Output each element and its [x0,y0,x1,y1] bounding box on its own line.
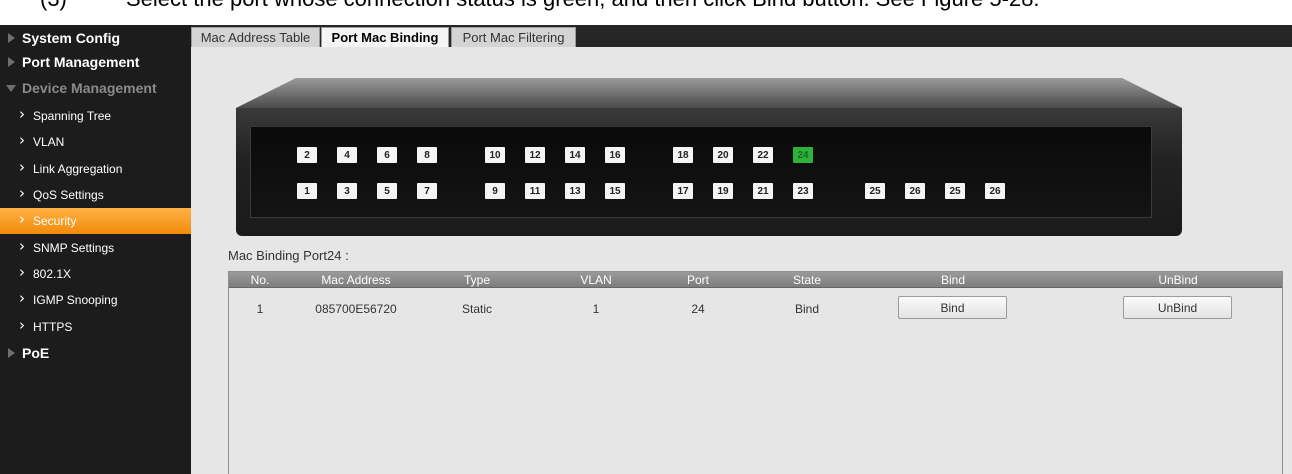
switch-port[interactable]: 13 [565,183,585,199]
sidebar-section-poe[interactable]: PoE [0,340,191,366]
binding-title: Mac Binding Port24 : [228,248,349,263]
sidebar-item-802-1x[interactable]: › 802.1X [0,261,191,287]
sidebar-item-label: VLAN [33,135,65,149]
cell-port: 24 [691,302,705,316]
col-mac-address: Mac Address [321,273,391,287]
sidebar-item-security[interactable]: › Security [0,208,191,234]
switch-port[interactable]: 21 [753,183,773,199]
switch-port[interactable]: 24 [793,147,813,163]
cell-no: 1 [256,302,264,316]
sidebar-item-link-aggregation[interactable]: › Link Aggregation [0,156,191,182]
tab-bar: Mac Address Table Port Mac Binding Port … [191,25,1292,47]
switch-port[interactable]: 14 [565,147,585,163]
caption-step: (3) [40,0,67,12]
sidebar-item-label: Device Management [22,80,157,96]
unbind-button[interactable]: UnBind [1123,296,1232,319]
caption-text: Select the port whose connection status … [126,0,1040,12]
col-no: No. [250,273,270,287]
cell-state: Bind [794,302,820,316]
switch-port[interactable]: 1 [297,183,317,199]
switch-port[interactable]: 10 [485,147,505,163]
switch-port[interactable]: 3 [337,183,357,199]
sidebar-item-label: IGMP Snooping [33,293,118,307]
sidebar-item-label: QoS Settings [33,188,104,202]
switch-port-panel: 2 4 6 8 10 12 14 16 18 20 22 24 1 3 5 7 9 11 13 15 17 19 21 23 2… [250,126,1152,218]
sidebar-item-label: Security [33,214,77,228]
sidebar-item-label: Spanning Tree [33,109,112,123]
sidebar-item-label: 802.1X [33,267,72,281]
sidebar-item-igmp-snooping[interactable]: › IGMP Snooping [0,287,191,313]
sidebar-item-label: HTTPS [33,320,73,334]
col-port: Port [686,273,710,287]
sidebar-item-label: PoE [22,345,50,361]
tab-mac-address-table[interactable]: Mac Address Table [191,27,320,47]
tab-port-mac-filtering[interactable]: Port Mac Filtering [451,27,576,47]
chevron-right-icon: › [19,289,25,307]
switch-port[interactable]: 20 [713,147,733,163]
triangle-down-icon [6,85,16,92]
switch-device: 2 4 6 8 10 12 14 16 18 20 22 24 1 3 5 7 9 11 13 15 17 19 21 23 2… [236,108,1182,236]
switch-port[interactable]: 25 [865,183,885,199]
figure-caption: (3) Select the port whose connection sta… [0,0,1292,16]
triangle-right-icon [8,33,15,43]
sidebar-item-https[interactable]: › HTTPS [0,314,191,340]
sidebar-item-vlan[interactable]: › VLAN [0,129,191,155]
col-type: Type [463,273,491,287]
col-vlan: VLAN [580,273,612,287]
sidebar-item-label: Port Management [22,54,140,70]
sidebar-item-label: Link Aggregation [33,162,123,176]
main-panel: Mac Address Table Port Mac Binding Port … [191,25,1292,474]
sidebar-item-snmp-settings[interactable]: › SNMP Settings [0,235,191,261]
sidebar-item-label: System Config [22,30,121,46]
sidebar-item-qos-settings[interactable]: › QoS Settings [0,182,191,208]
bind-button[interactable]: Bind [898,296,1007,319]
switch-port[interactable]: 9 [485,183,505,199]
chevron-right-icon: › [19,237,25,255]
sidebar-section-system-config[interactable]: System Config [0,25,191,51]
switch-port[interactable]: 15 [605,183,625,199]
cell-type: Static [461,302,493,316]
chevron-right-icon: › [19,105,25,123]
chevron-right-icon: › [19,184,25,202]
triangle-right-icon [8,57,15,67]
tab-port-mac-binding[interactable]: Port Mac Binding [321,27,449,47]
switch-port[interactable]: 22 [753,147,773,163]
chevron-right-icon: › [19,131,25,149]
switch-port[interactable]: 5 [377,183,397,199]
switch-port[interactable]: 11 [525,183,545,199]
table-header: No. Mac Address Type VLAN Port State Bin… [229,272,1282,288]
switch-port[interactable]: 2 [297,147,317,163]
switch-port[interactable]: 18 [673,147,693,163]
switch-port[interactable]: 23 [793,183,813,199]
switch-top-cover [236,78,1182,108]
cell-mac-address: 085700E56720 [315,302,397,316]
switch-port[interactable]: 6 [377,147,397,163]
sidebar-section-port-management[interactable]: Port Management [0,49,191,75]
sidebar-item-spanning-tree[interactable]: › Spanning Tree [0,103,191,129]
switch-port[interactable]: 17 [673,183,693,199]
chevron-right-icon: › [19,263,25,281]
col-state: State [792,273,822,287]
chevron-right-icon: › [19,158,25,176]
switch-port[interactable]: 25 [945,183,965,199]
switch-port[interactable]: 26 [985,183,1005,199]
sidebar-item-label: SNMP Settings [33,241,115,255]
triangle-right-icon [8,348,15,358]
chevron-right-icon: › [19,316,25,334]
switch-port[interactable]: 19 [713,183,733,199]
switch-port[interactable]: 4 [337,147,357,163]
sidebar-section-device-management[interactable]: Device Management [0,75,191,101]
switch-port[interactable]: 16 [605,147,625,163]
switch-port[interactable]: 26 [905,183,925,199]
switch-port[interactable]: 12 [525,147,545,163]
switch-port[interactable]: 8 [417,147,437,163]
col-unbind: UnBind [1158,273,1198,287]
cell-vlan: 1 [592,302,600,316]
sidebar: System Config Port Management Device Manag… [0,25,191,474]
switch-port[interactable]: 7 [417,183,437,199]
col-bind: Bind [940,273,966,287]
mac-binding-table: No. Mac Address Type VLAN Port State Bin… [228,271,1283,474]
chevron-right-icon: › [19,210,25,228]
